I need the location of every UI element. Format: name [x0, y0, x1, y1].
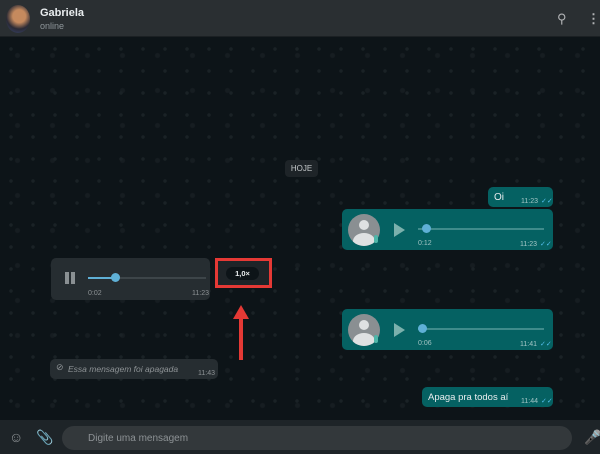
play-button[interactable] [394, 323, 405, 337]
pause-icon[interactable] [71, 272, 75, 284]
play-button[interactable] [394, 223, 405, 237]
emoji-icon[interactable]: ☺ [9, 429, 23, 445]
audio-progress-track[interactable] [418, 228, 544, 230]
message-time: 11:23 ✓✓ [521, 198, 553, 205]
audio-progress-handle[interactable] [422, 224, 431, 233]
date-chip: HOJE [285, 160, 318, 177]
highlight-box: 1,0× [215, 258, 272, 288]
chat-header: Gabriela online ⚲ ⋮ [0, 0, 600, 37]
arrow-shaft [239, 318, 243, 360]
pause-button[interactable] [65, 272, 69, 284]
audio-progress-track[interactable] [418, 328, 544, 330]
audio-message-in: 0:02 11:23 [51, 258, 210, 300]
contact-name[interactable]: Gabriela [40, 7, 84, 19]
message-out[interactable]: Oi 11:23 ✓✓ [488, 187, 553, 207]
message-text: Essa mensagem foi apagada [68, 364, 179, 374]
audio-message-out: 0:06 11:41 ✓✓ [342, 309, 553, 350]
message-input[interactable]: Digite uma mensagem [62, 426, 572, 450]
attach-icon[interactable]: 📎 [36, 429, 53, 446]
audio-elapsed: 0:02 [88, 290, 102, 297]
blocked-icon: ⊘ [56, 362, 64, 372]
message-time: 11:43 [198, 370, 215, 377]
audio-duration: 0:12 [418, 240, 432, 247]
message-text: Oi [494, 192, 504, 203]
audio-progress-handle[interactable] [418, 324, 427, 333]
contact-status: online [40, 21, 65, 31]
menu-icon[interactable]: ⋮ [587, 11, 600, 27]
message-out[interactable]: Apaga pra todos aí 11:44 ✓✓ [422, 387, 553, 407]
mic-icon[interactable]: 🎤 [584, 429, 600, 446]
message-time: 11:41 ✓✓ [520, 341, 552, 348]
message-time: 11:23 [192, 290, 209, 297]
composer: ☺ 📎 Digite uma mensagem 🎤 [0, 420, 600, 454]
arrow-head [233, 305, 249, 319]
deleted-message: ⊘ Essa mensagem foi apagada 11:43 [50, 359, 218, 379]
mic-icon [374, 235, 378, 243]
search-icon[interactable]: ⚲ [557, 11, 567, 27]
audio-progress-handle[interactable] [111, 273, 120, 282]
contact-avatar[interactable] [6, 5, 30, 33]
message-time: 11:23 ✓✓ [520, 241, 552, 248]
message-text: Apaga pra todos aí [428, 392, 509, 403]
audio-message-out: 0:12 11:23 ✓✓ [342, 209, 553, 250]
audio-duration: 0:06 [418, 340, 432, 347]
message-time: 11:44 ✓✓ [521, 398, 553, 405]
speed-button[interactable]: 1,0× [226, 267, 259, 280]
mic-icon [374, 335, 378, 343]
